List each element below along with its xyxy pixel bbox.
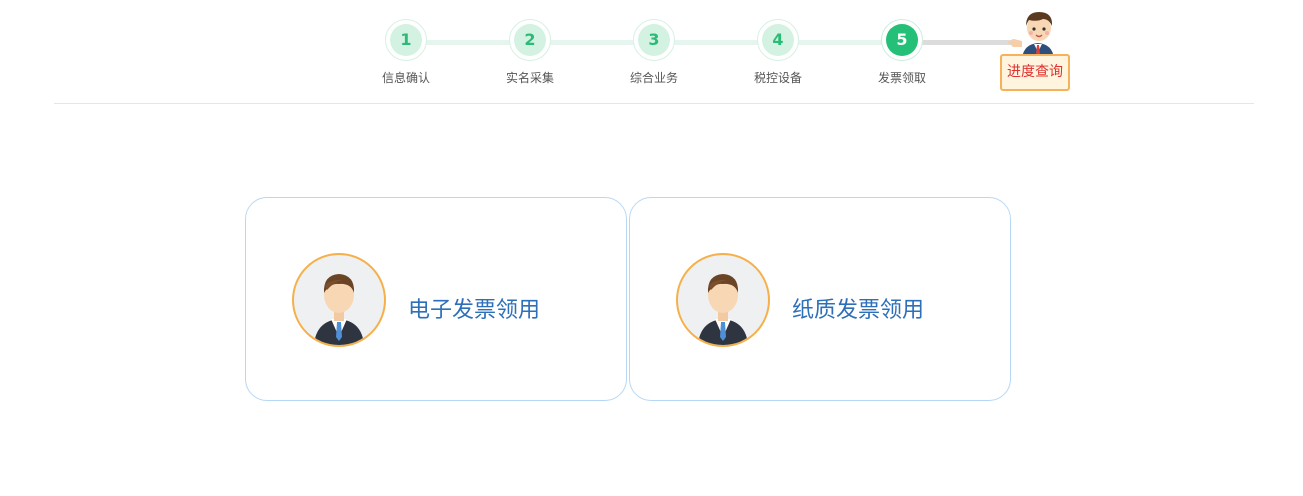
step-5[interactable]: 5 发票领取 xyxy=(862,19,942,86)
step-4-label: 税控设备 xyxy=(753,71,802,85)
cartoon-person-icon xyxy=(1008,12,1054,58)
paper-invoice-label: 纸质发票领用 xyxy=(792,298,925,323)
step-3-label: 综合业务 xyxy=(629,71,678,85)
step-1-label: 信息确认 xyxy=(381,71,430,85)
progress-query-button[interactable]: 进度查询 xyxy=(1000,8,1070,92)
step-4-number: 4 xyxy=(762,24,794,56)
step-3-circle[interactable]: 3 xyxy=(633,19,675,61)
electronic-invoice-label: 电子发票领用 xyxy=(408,298,541,323)
progress-query-label: 进度查询 xyxy=(1000,54,1070,91)
step-2-circle[interactable]: 2 xyxy=(509,19,551,61)
paper-invoice-option[interactable]: 纸质发票领用 xyxy=(629,197,1011,401)
header-divider xyxy=(54,103,1254,104)
step-1[interactable]: 1 信息确认 xyxy=(366,19,446,86)
step-3[interactable]: 3 综合业务 xyxy=(614,19,694,86)
step-2-label: 实名采集 xyxy=(505,71,554,85)
step-4-circle[interactable]: 4 xyxy=(757,19,799,61)
step-4[interactable]: 4 税控设备 xyxy=(738,19,818,86)
step-1-number: 1 xyxy=(390,24,422,56)
step-5-number: 5 xyxy=(886,24,918,56)
step-3-number: 3 xyxy=(638,24,670,56)
step-1-circle[interactable]: 1 xyxy=(385,19,427,61)
step-2[interactable]: 2 实名采集 xyxy=(490,19,570,86)
electronic-invoice-option[interactable]: 电子发票领用 xyxy=(245,197,627,401)
step-5-circle[interactable]: 5 xyxy=(881,19,923,61)
step-5-label: 发票领取 xyxy=(877,71,926,85)
progress-stepper: 1 信息确认 2 实名采集 3 综合业务 4 税控设备 5 发票领取 进度查询 xyxy=(0,0,1303,100)
page: 1 信息确认 2 实名采集 3 综合业务 4 税控设备 5 发票领取 进度查询 … xyxy=(0,0,1303,496)
businessman-avatar-icon xyxy=(676,253,770,347)
step-2-number: 2 xyxy=(514,24,546,56)
businessman-avatar-icon xyxy=(292,253,386,347)
